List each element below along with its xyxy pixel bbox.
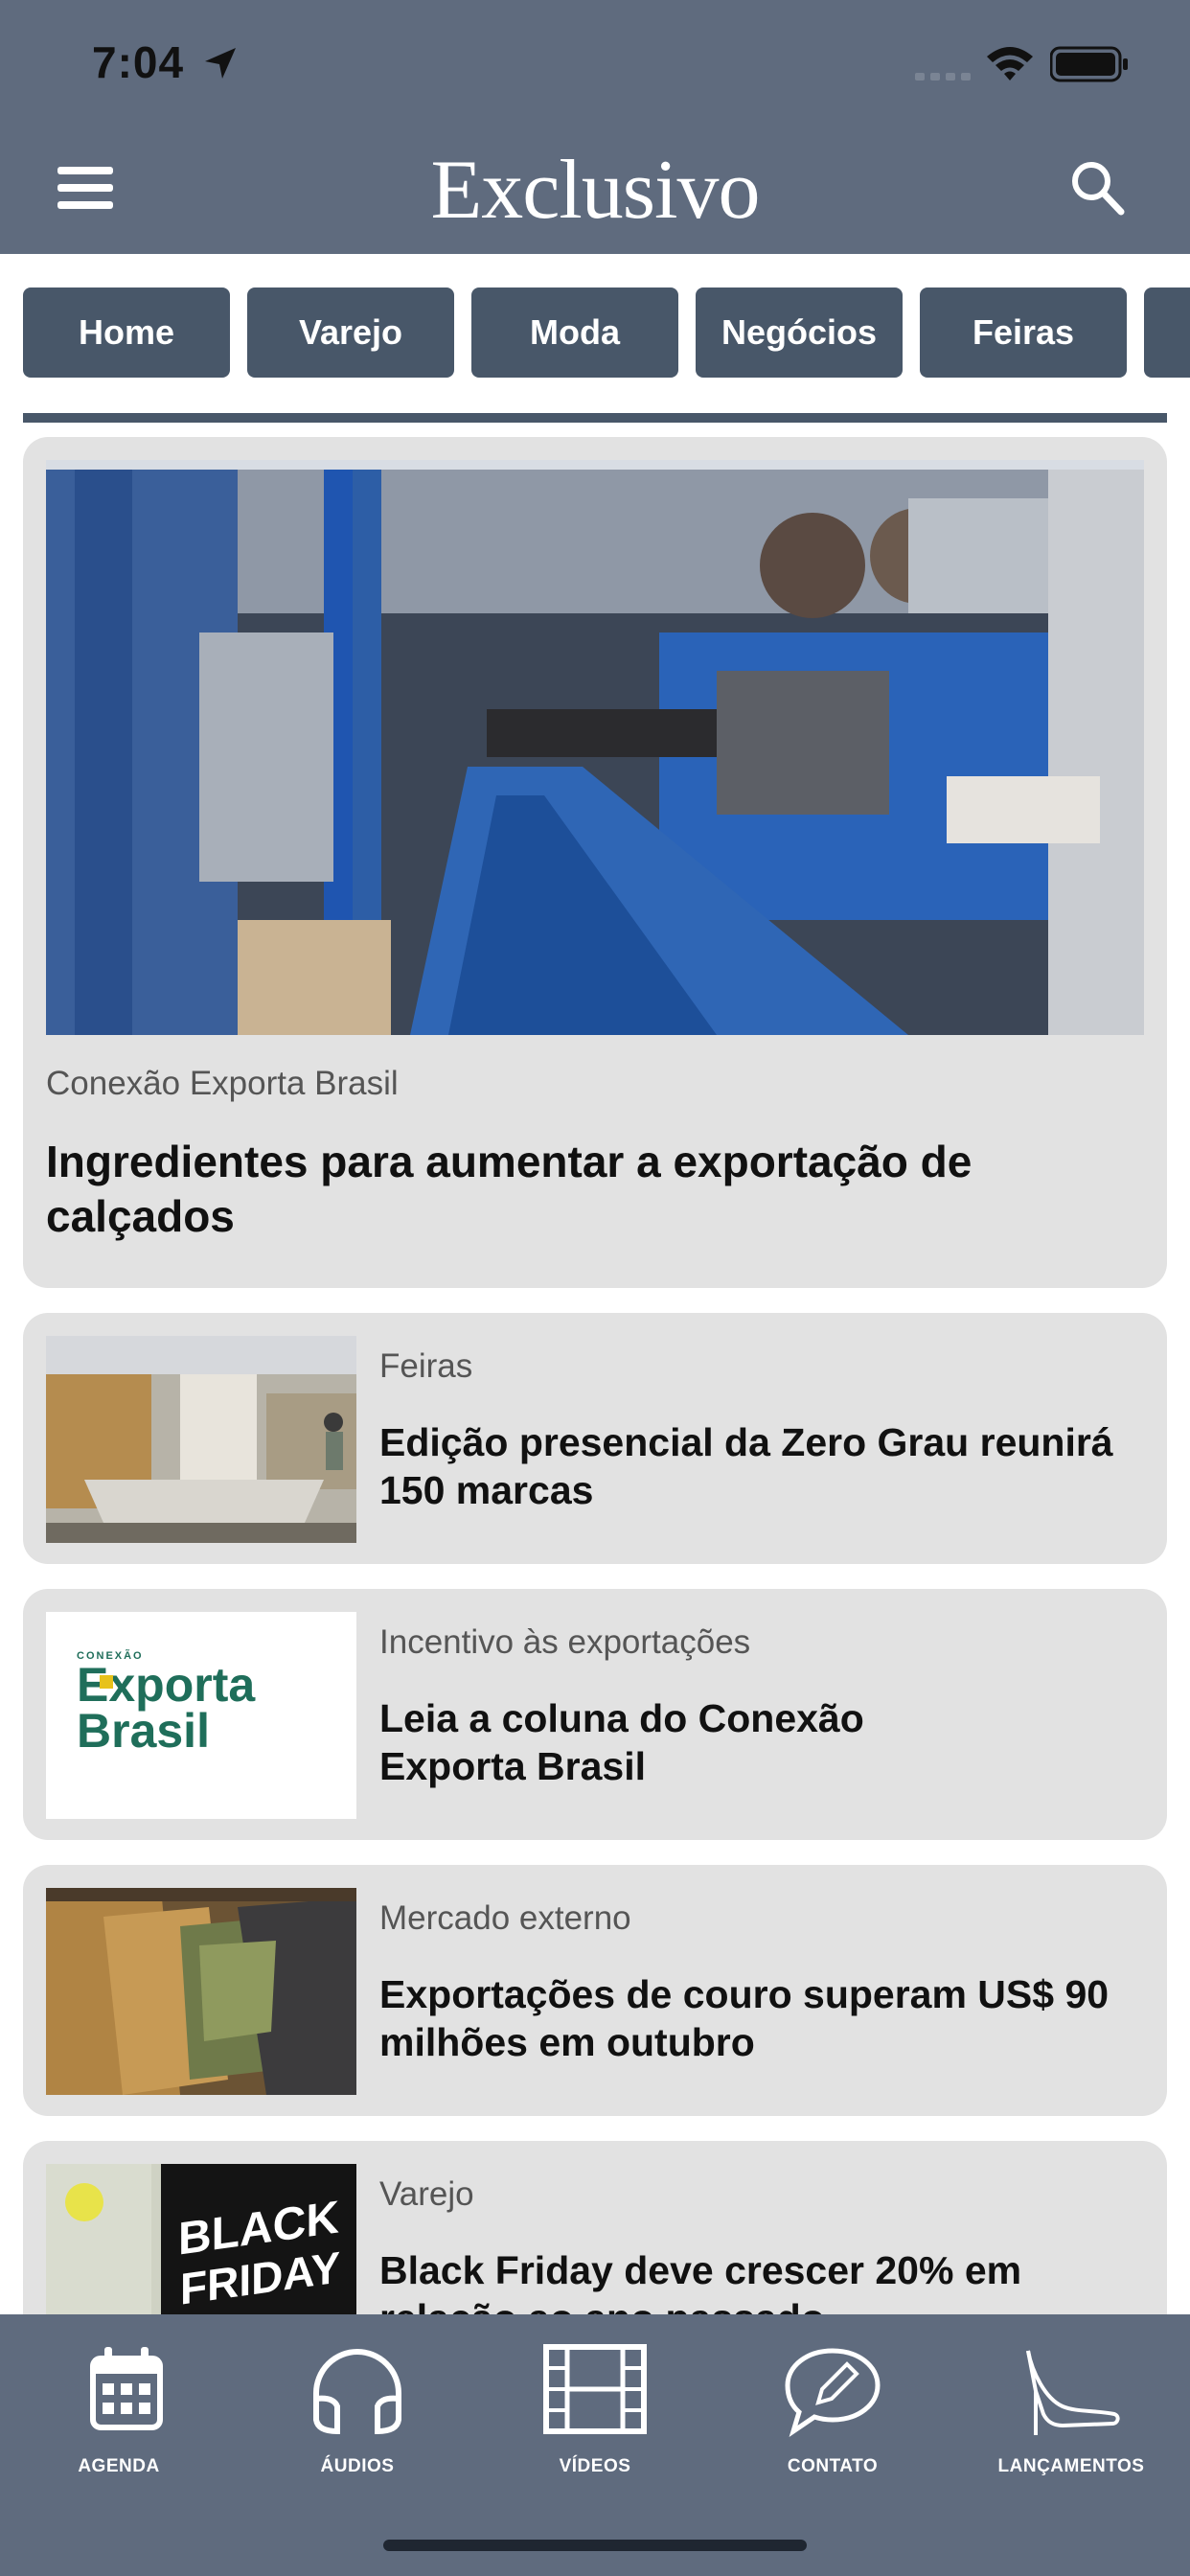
home-indicator <box>383 2540 807 2551</box>
top-app-bar: 7:04 Exclusivo <box>0 0 1190 254</box>
film-icon <box>543 2344 647 2434</box>
tab-moda[interactable]: Moda <box>471 288 678 378</box>
tabs-divider <box>23 413 1167 423</box>
app-title: Exclusivo <box>430 144 761 237</box>
article-title[interactable]: Exportações de couro superam US$ 90 milh… <box>379 1970 1146 2066</box>
chat-pencil-icon <box>785 2348 881 2438</box>
nav-videos[interactable]: VÍDEOS <box>499 2343 691 2506</box>
nav-agenda[interactable]: AGENDA <box>23 2343 215 2506</box>
calendar-icon <box>90 2347 163 2430</box>
article-card[interactable]: Feiras Edição presencial da Zero Grau re… <box>23 1313 1167 1564</box>
tab-home[interactable]: Home <box>23 288 230 378</box>
article-category: Feiras <box>379 1347 473 1385</box>
bottom-tab-bar: AGENDA ÁUDIOS VÍDEOS CONTATO LANÇAMENTOS <box>0 2314 1190 2576</box>
status-time: 7:04 <box>92 37 185 87</box>
nav-label: ÁUDIOS <box>320 2456 395 2476</box>
conexao-exporta-brasil-logo: CONEXÃO Exporta Brasil <box>46 1612 356 1819</box>
high-heel-icon <box>1026 2350 1120 2435</box>
tab-partial[interactable]: C <box>1144 288 1190 378</box>
tab-varejo[interactable]: Varejo <box>247 288 454 378</box>
category-tabs: Home Varejo Moda Negócios Feiras C <box>23 288 1190 378</box>
article-title[interactable]: Leia a coluna do Conexão Exporta Brasil <box>379 1694 916 1790</box>
tab-negocios[interactable]: Negócios <box>696 288 903 378</box>
nav-label: CONTATO <box>787 2456 879 2476</box>
hero-title[interactable]: Ingredientes para aumentar a exportação … <box>46 1135 1062 1244</box>
hero-image <box>46 460 1144 1035</box>
nav-label: AGENDA <box>78 2456 160 2476</box>
nav-audios[interactable]: ÁUDIOS <box>262 2343 453 2506</box>
nav-label: VÍDEOS <box>559 2456 631 2476</box>
article-category: Incentivo às exportações <box>379 1623 751 1661</box>
tab-feiras[interactable]: Feiras <box>920 288 1127 378</box>
article-title[interactable]: Edição presencial da Zero Grau reunirá 1… <box>379 1418 1146 1514</box>
article-thumbnail <box>46 1888 356 2095</box>
location-arrow-icon <box>205 48 236 79</box>
search-icon[interactable] <box>1068 158 1126 218</box>
article-thumbnail <box>46 1336 356 1543</box>
battery-icon <box>1050 46 1128 82</box>
article-card[interactable]: Mercado externo Exportações de couro sup… <box>23 1865 1167 2116</box>
nav-lancamentos[interactable]: LANÇAMENTOS <box>975 2343 1167 2506</box>
cellular-signal-icon <box>915 73 971 80</box>
headphones-icon <box>313 2349 401 2435</box>
hero-category: Conexão Exporta Brasil <box>46 1065 399 1102</box>
article-category: Varejo <box>379 2175 474 2213</box>
hero-article-card[interactable]: Conexão Exporta Brasil Ingredientes para… <box>23 437 1167 1288</box>
article-card[interactable]: CONEXÃO Exporta Brasil Incentivo às expo… <box>23 1589 1167 1840</box>
nav-label: LANÇAMENTOS <box>997 2456 1145 2476</box>
wifi-icon <box>987 47 1033 80</box>
article-category: Mercado externo <box>379 1899 631 1937</box>
nav-contato[interactable]: CONTATO <box>737 2343 928 2506</box>
